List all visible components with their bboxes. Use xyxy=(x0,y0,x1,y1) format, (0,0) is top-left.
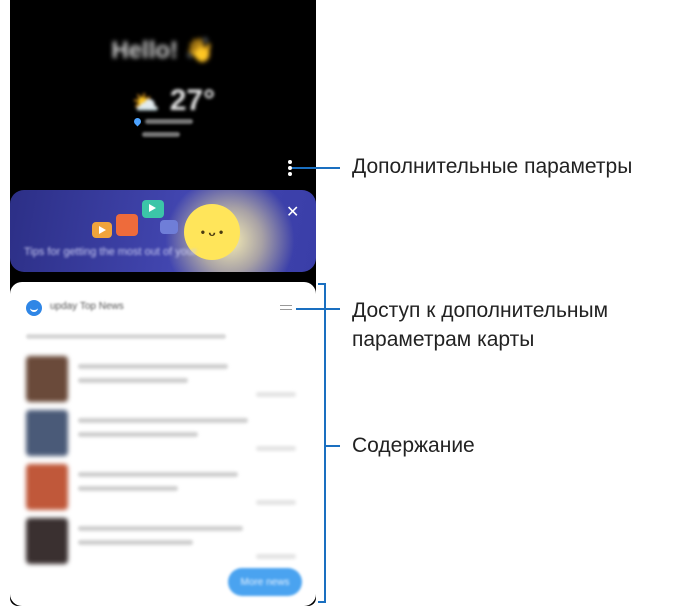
news-line xyxy=(78,378,188,383)
content-label: Содержание xyxy=(352,434,475,457)
promo-card[interactable]: • ᴗ • Tips for getting the most out of y… xyxy=(10,190,316,272)
news-thumbnail xyxy=(26,464,68,510)
news-line xyxy=(78,472,238,477)
news-line xyxy=(78,526,243,531)
weather-widget[interactable]: ⛅ 27° xyxy=(132,84,215,118)
music-note-icon xyxy=(160,220,178,234)
card-options-label-line2: параметрам карты xyxy=(352,328,535,351)
content-callout-line xyxy=(326,445,340,447)
content-bracket xyxy=(318,283,326,603)
promo-text: Tips for getting the most out of your xyxy=(24,246,197,258)
phone-screen: Hello! 👋 ⛅ 27° • ᴗ • Tips for getting th… xyxy=(10,0,316,606)
temperature: 27° xyxy=(169,84,216,117)
location-text-blur xyxy=(145,119,193,124)
news-line xyxy=(78,432,198,437)
document-icon xyxy=(116,214,138,236)
location-line xyxy=(132,116,193,127)
video-play-icon xyxy=(92,222,112,238)
news-meta xyxy=(256,392,296,397)
greeting-text: Hello! xyxy=(111,37,179,64)
news-thumbnail xyxy=(26,356,68,402)
more-news-button[interactable]: More news xyxy=(228,568,302,596)
card-options-label-line1: Доступ к дополнительным xyxy=(352,299,609,322)
news-subtitle-blur xyxy=(26,334,226,339)
partly-cloudy-icon: ⛅ xyxy=(132,90,160,115)
location-pin-icon xyxy=(132,116,143,127)
news-item[interactable] xyxy=(26,410,302,456)
greeting: Hello! 👋 xyxy=(10,36,316,65)
news-line xyxy=(78,540,193,545)
more-options-label: Дополнительные параметры xyxy=(352,155,633,178)
news-card: upday Top News More news xyxy=(10,282,316,606)
news-item[interactable] xyxy=(26,518,302,564)
news-line xyxy=(78,486,178,491)
upday-logo-icon xyxy=(26,300,42,316)
more-options-callout-line xyxy=(292,167,340,169)
news-meta xyxy=(256,500,296,505)
news-item[interactable] xyxy=(26,464,302,510)
news-line xyxy=(78,418,248,423)
close-icon[interactable]: ✕ xyxy=(286,202,299,222)
news-thumbnail xyxy=(26,518,68,564)
play-icon xyxy=(142,200,164,218)
card-menu-icon[interactable] xyxy=(280,305,292,310)
news-item[interactable] xyxy=(26,356,302,402)
news-card-title: upday Top News xyxy=(50,301,124,312)
news-thumbnail xyxy=(26,410,68,456)
news-meta xyxy=(256,446,296,451)
news-meta xyxy=(256,554,296,559)
news-line xyxy=(78,364,228,369)
weather-detail-blur xyxy=(142,132,180,137)
waving-hand-icon: 👋 xyxy=(184,37,215,64)
